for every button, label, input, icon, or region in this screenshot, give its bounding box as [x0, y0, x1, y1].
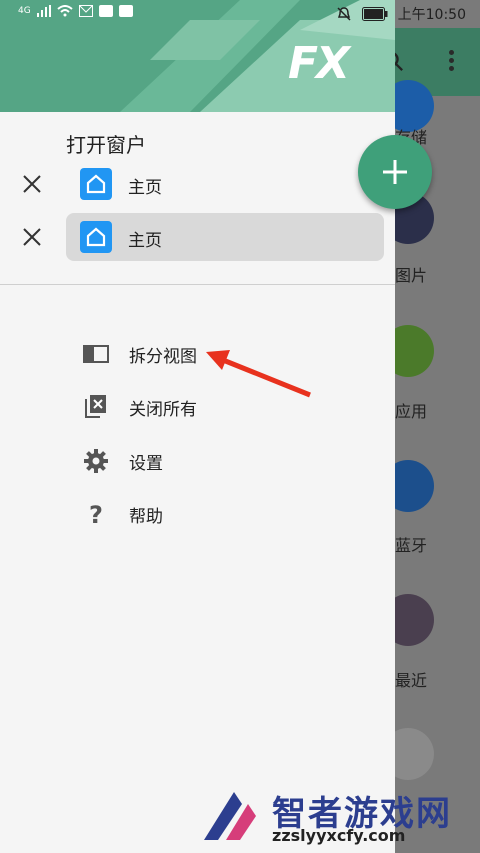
window-pill-active[interactable]	[66, 213, 384, 261]
status-bar: 4G 上午10:50	[0, 0, 480, 28]
settings-label: 设置	[129, 454, 163, 474]
gear-icon	[84, 449, 108, 473]
split-view-label: 拆分视图	[129, 347, 197, 367]
open-windows-title: 打开窗户	[66, 133, 146, 157]
close-all-icon	[85, 395, 106, 418]
watermark-url: zzslyyxcfy.com	[272, 826, 406, 845]
help-icon: ?	[89, 501, 103, 528]
wifi-icon	[57, 5, 73, 17]
help-button[interactable]: ? 帮助	[66, 494, 366, 534]
signal-icon	[36, 5, 51, 17]
help-label: 帮助	[129, 507, 163, 527]
svg-text:?: ?	[89, 501, 103, 528]
window-row-active[interactable]: 主页	[0, 213, 395, 261]
apps-label: 应用	[395, 402, 428, 421]
shield-app-icon	[98, 5, 113, 17]
settings-button[interactable]: 设置	[66, 441, 366, 481]
plus-icon	[383, 160, 407, 184]
divider	[0, 284, 395, 285]
watermark-logo	[204, 792, 256, 840]
annotation-arrow	[206, 350, 311, 398]
window-row[interactable]: 主页	[0, 160, 395, 208]
network-type: 4G	[18, 6, 31, 16]
mail-icon	[78, 5, 93, 17]
battery-icon	[361, 7, 388, 21]
close-icon[interactable]	[20, 172, 44, 196]
home-icon	[80, 221, 112, 253]
images-label: 图片	[395, 266, 428, 285]
clock: 上午10:50	[397, 7, 466, 23]
split-view-icon	[83, 345, 109, 363]
add-fab-button[interactable]	[358, 135, 432, 209]
window-pill[interactable]	[66, 160, 384, 208]
mute-icon	[337, 7, 351, 21]
recent-label: 最近	[395, 671, 428, 690]
home-icon	[80, 168, 112, 200]
navigation-drawer: FX 打开窗户 主页 主页 拆分视图 关闭所有 设置 ? 帮助	[0, 0, 395, 853]
close-all-label: 关闭所有	[129, 400, 197, 420]
window-label: 主页	[128, 231, 162, 251]
bluetooth-label: 蓝牙	[395, 536, 428, 555]
fx-logo: FX	[288, 38, 350, 89]
close-icon[interactable]	[20, 225, 44, 249]
window-label: 主页	[128, 178, 162, 198]
watermark: 智者游戏网 zzslyyxcfy.com	[196, 782, 480, 853]
more-options-icon[interactable]	[446, 50, 456, 74]
cloud-app-icon	[118, 5, 133, 17]
